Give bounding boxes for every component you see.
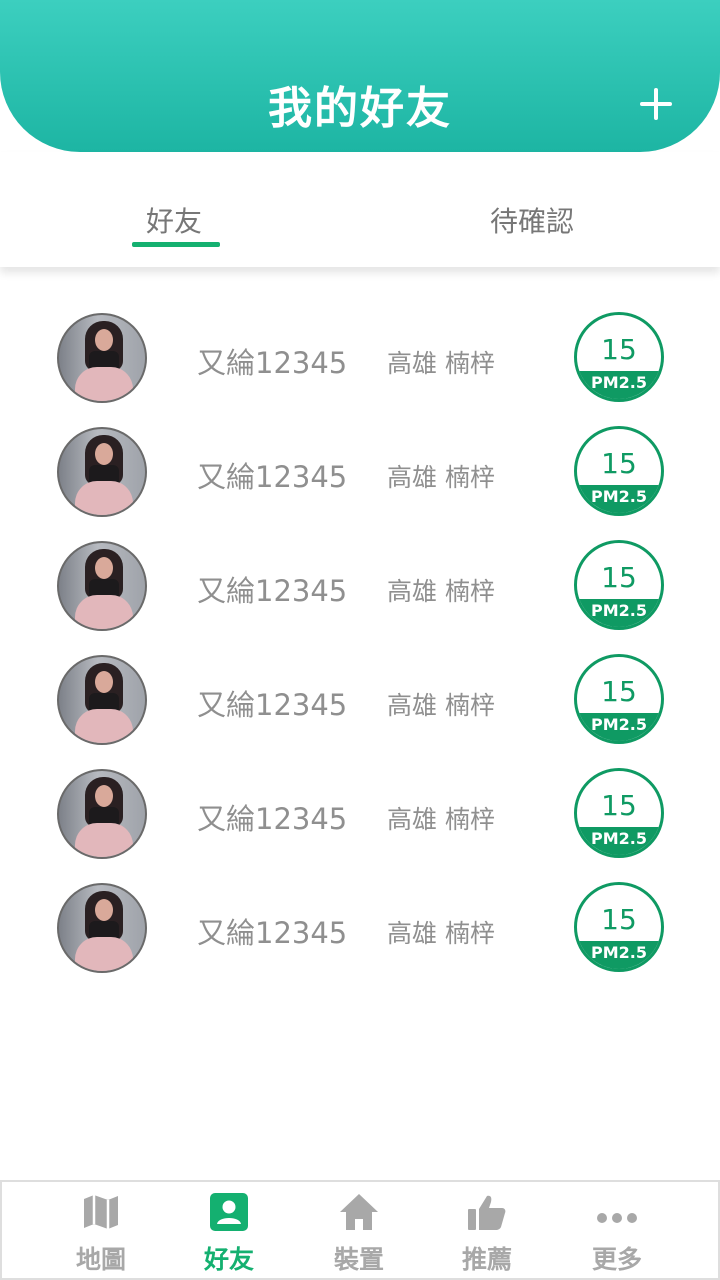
- friend-location: 高雄 楠梓: [387, 919, 495, 948]
- pm25-value: 15: [601, 903, 637, 936]
- friend-location: 高雄 楠梓: [387, 805, 495, 834]
- pm25-label: PM2.5: [577, 941, 661, 969]
- pm25-label: PM2.5: [577, 827, 661, 855]
- nav-item-more[interactable]: 更多: [562, 1190, 672, 1276]
- friend-name: 又綸12345: [197, 346, 348, 380]
- avatar: [57, 655, 147, 745]
- thumbs-up-icon: [468, 1195, 506, 1230]
- pm25-badge: 15 PM2.5: [574, 768, 664, 858]
- friend-name: 又綸12345: [197, 460, 348, 494]
- avatar: [57, 313, 147, 403]
- friend-location: 高雄 楠梓: [387, 691, 495, 720]
- pm25-badge: 15 PM2.5: [574, 540, 664, 630]
- nav-item-devices[interactable]: 裝置: [304, 1190, 414, 1276]
- avatar: [57, 769, 147, 859]
- friend-row[interactable]: 又綸12345 高雄 楠梓 15 PM2.5: [0, 414, 720, 528]
- tab-bar: 好友 待確認: [0, 152, 720, 267]
- pm25-badge: 15 PM2.5: [574, 654, 664, 744]
- friend-name: 又綸12345: [197, 802, 348, 836]
- pm25-label: PM2.5: [577, 599, 661, 627]
- tab-friends[interactable]: 好友: [146, 200, 202, 240]
- contact-card-icon: [210, 1193, 248, 1231]
- pm25-label: PM2.5: [577, 371, 661, 399]
- friend-row[interactable]: 又綸12345 高雄 楠梓 15 PM2.5: [0, 300, 720, 414]
- friend-name: 又綸12345: [197, 574, 348, 608]
- pm25-value: 15: [601, 789, 637, 822]
- pm25-label: PM2.5: [577, 485, 661, 513]
- bottom-nav: 地圖 好友 裝置 推薦 更多: [0, 1180, 720, 1280]
- friend-row[interactable]: 又綸12345 高雄 楠梓 15 PM2.5: [0, 870, 720, 984]
- avatar: [57, 541, 147, 631]
- friend-row[interactable]: 又綸12345 高雄 楠梓 15 PM2.5: [0, 642, 720, 756]
- pm25-badge: 15 PM2.5: [574, 882, 664, 972]
- pm25-badge: 15 PM2.5: [574, 312, 664, 402]
- page-title: 我的好友: [268, 83, 452, 134]
- nav-label-friends: 好友: [203, 1245, 254, 1274]
- nav-label-recommend: 推薦: [461, 1245, 512, 1274]
- nav-item-friends[interactable]: 好友: [174, 1190, 284, 1276]
- nav-item-map[interactable]: 地圖: [46, 1190, 156, 1276]
- active-tab-indicator: [132, 242, 220, 247]
- friend-location: 高雄 楠梓: [387, 463, 495, 492]
- friend-location: 高雄 楠梓: [387, 577, 495, 606]
- friend-row[interactable]: 又綸12345 高雄 楠梓 15 PM2.5: [0, 528, 720, 642]
- nav-label-devices: 裝置: [333, 1245, 384, 1274]
- pm25-value: 15: [601, 561, 637, 594]
- pm25-value: 15: [601, 447, 637, 480]
- home-icon: [340, 1194, 378, 1230]
- nav-label-map: 地圖: [75, 1245, 126, 1274]
- friend-name: 又綸12345: [197, 688, 348, 722]
- pm25-value: 15: [601, 333, 637, 366]
- friend-row[interactable]: 又綸12345 高雄 楠梓 15 PM2.5: [0, 756, 720, 870]
- pm25-value: 15: [601, 675, 637, 708]
- pm25-label: PM2.5: [577, 713, 661, 741]
- tab-pending[interactable]: 待確認: [490, 200, 574, 240]
- add-friend-button[interactable]: [636, 84, 676, 124]
- avatar: [57, 883, 147, 973]
- header-bar: 我的好友: [0, 0, 720, 152]
- friend-name: 又綸12345: [197, 916, 348, 950]
- avatar: [57, 427, 147, 517]
- pm25-badge: 15 PM2.5: [574, 426, 664, 516]
- nav-label-more: 更多: [591, 1245, 642, 1274]
- map-icon: [84, 1195, 118, 1229]
- friend-location: 高雄 楠梓: [387, 349, 495, 378]
- more-dots-icon: [597, 1213, 637, 1223]
- nav-item-recommend[interactable]: 推薦: [432, 1190, 542, 1276]
